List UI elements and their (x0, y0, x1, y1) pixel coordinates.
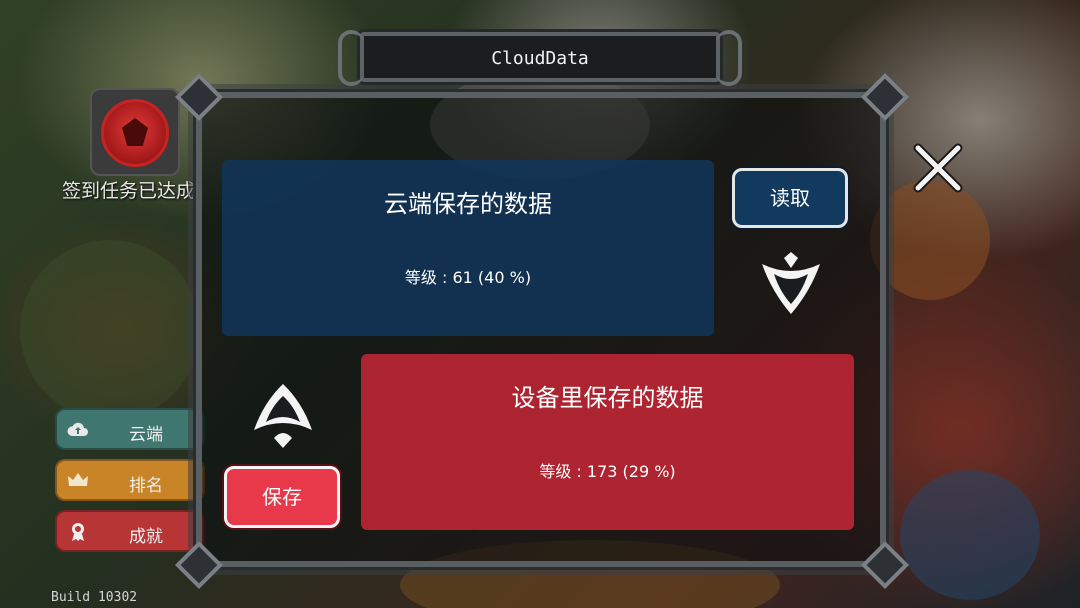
cloud-upload-icon (67, 420, 89, 440)
close-icon[interactable] (910, 140, 966, 196)
sidebar-button-achievements[interactable]: 成就 (55, 510, 205, 552)
device-save-level: 等级 : 173 (29 %) (539, 462, 676, 481)
checkin-badge[interactable] (90, 88, 180, 176)
cloud-save-panel: 云端保存的数据 等级 : 61 (40 %) (222, 160, 714, 336)
build-version: Build 10302 (51, 590, 138, 605)
title-ornament-right (716, 30, 742, 86)
title-ornament-left (338, 30, 364, 86)
cloud-save-level: 等级 : 61 (40 %) (404, 268, 532, 287)
dialog-title: CloudData (491, 48, 589, 69)
sidebar-button-cloud[interactable]: 云端 (55, 408, 205, 450)
sidebar-button-label: 云端 (129, 425, 163, 445)
cloud-save-title: 云端保存的数据 (384, 190, 552, 218)
save-button[interactable]: 保存 (224, 466, 340, 528)
checkin-status-label: 签到任务已达成 (62, 180, 196, 202)
sidebar-button-label: 排名 (129, 476, 163, 496)
sidebar-button-label: 成就 (129, 527, 163, 547)
device-save-panel: 设备里保存的数据 等级 : 173 (29 %) (361, 354, 854, 530)
download-arrow-icon (762, 252, 820, 314)
demon-seal-icon (101, 99, 169, 167)
dialog-title-bar: CloudData (338, 30, 742, 86)
sidebar-button-ranking[interactable]: 排名 (55, 459, 205, 501)
device-save-title: 设备里保存的数据 (511, 384, 704, 412)
load-button[interactable]: 读取 (732, 168, 848, 228)
upload-arrow-icon (254, 384, 312, 448)
crown-icon (67, 471, 89, 491)
medal-icon (67, 522, 89, 542)
